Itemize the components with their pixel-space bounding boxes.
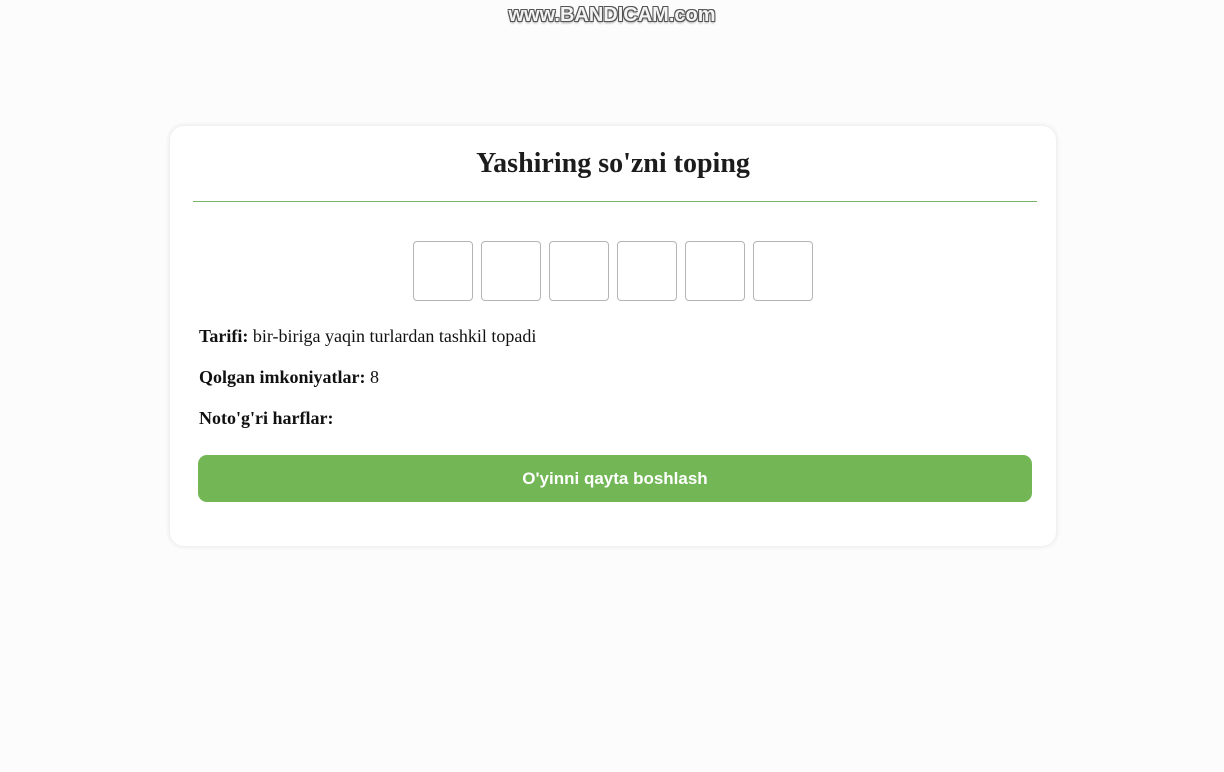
wrong-letters-row: Noto'g'ri harflar: [199,408,333,429]
restart-button[interactable]: O'yinni qayta boshlash [198,455,1032,502]
letter-box [549,241,609,301]
game-title: Yashiring so'zni toping [476,148,750,179]
letter-box [481,241,541,301]
tries-label: Qolgan imkoniyatlar: [199,367,366,387]
letter-box [413,241,473,301]
letter-box [753,241,813,301]
tries-value: 8 [370,367,380,387]
bandicam-watermark: www.BANDICAM.com [508,4,716,26]
wrong-letters-label: Noto'g'ri harflar: [199,408,334,428]
hint-row: Tarifi: bir-biriga yaqin turlardan tashk… [199,326,536,347]
letter-box [617,241,677,301]
game-card: Yashiring so'zni toping Tarifi: bir-biri… [170,126,1056,546]
tries-row: Qolgan imkoniyatlar: 8 [199,367,379,388]
hint-label: Tarifi: [199,326,249,346]
letter-box [685,241,745,301]
letter-boxes [170,241,1056,301]
title-divider [193,201,1037,202]
hint-value: bir-biriga yaqin turlardan tashkil topad… [252,326,537,346]
